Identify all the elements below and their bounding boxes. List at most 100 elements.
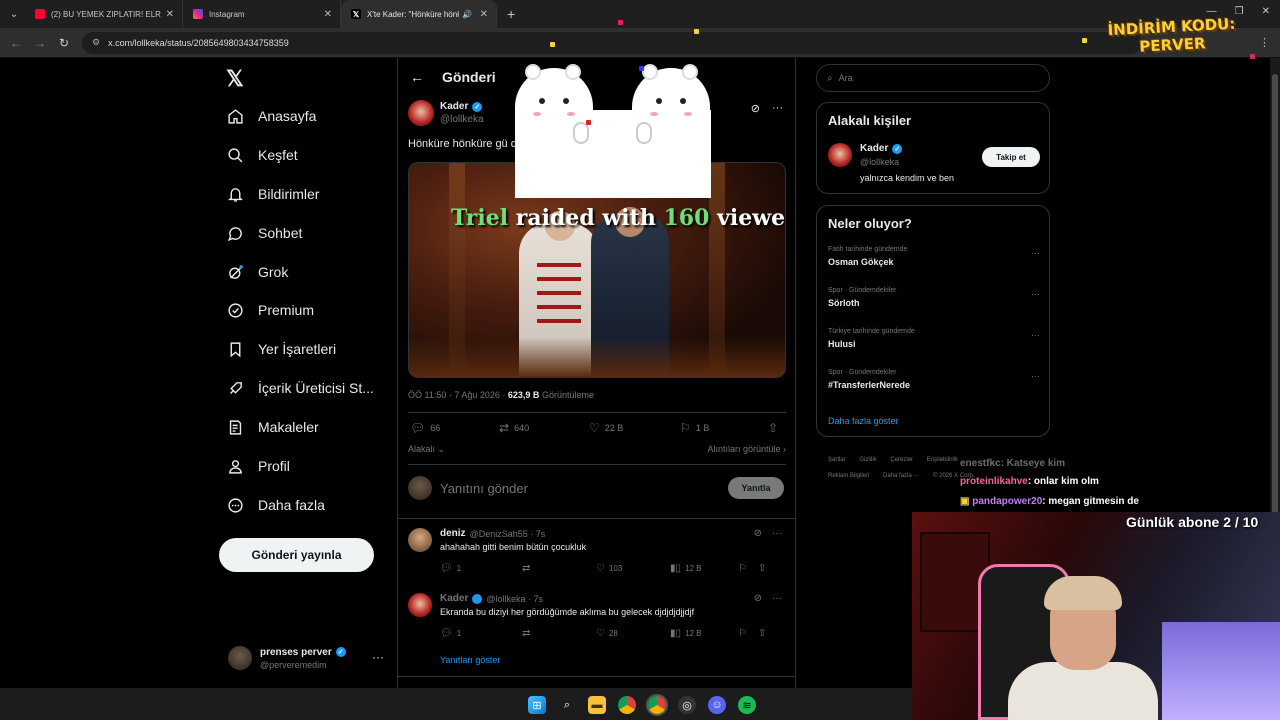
related-dropdown[interactable]: Alakalı ⌄ [408, 444, 445, 455]
reply-input[interactable]: Yanıtını gönder [440, 481, 528, 496]
footer-link[interactable]: Şartlar [828, 457, 846, 463]
sidebar-item-chat[interactable]: Sohbet [226, 219, 302, 247]
repost-action[interactable]: ⇄ [522, 563, 596, 574]
heart-icon: ♡ [596, 628, 605, 639]
new-tab-icon[interactable]: + [507, 6, 515, 22]
x-logo-icon[interactable]: 𝕏 [226, 66, 244, 92]
grok-icon[interactable]: ⊘ [754, 593, 762, 604]
repost-action[interactable]: ⇄ 640 [499, 421, 589, 435]
search-icon[interactable]: ⌕ [558, 696, 576, 714]
footer-link[interactable]: Çerezler [890, 457, 913, 463]
trend-item[interactable]: Türkiye tarihinde gündemde Hulusi ··· [828, 328, 1040, 349]
bookmark-action[interactable]: ⚐ [738, 628, 758, 639]
more-horizontal-icon[interactable]: ··· [772, 528, 782, 539]
windows-start-icon[interactable]: ⊞ [528, 696, 546, 714]
back-arrow-icon[interactable]: ← [410, 69, 424, 85]
sticker-paw [573, 122, 589, 144]
footer-link[interactable]: Daha fazla ··· [883, 473, 919, 479]
close-tab-icon[interactable]: ✕ [324, 9, 332, 20]
close-tab-icon[interactable]: ✕ [166, 9, 174, 20]
more-horizontal-icon[interactable]: ··· [372, 650, 384, 664]
like-action[interactable]: ♡ 103 [596, 563, 670, 574]
chrome-icon[interactable] [646, 694, 668, 716]
trend-item[interactable]: Spor · Gündemdekiler #TransferlerNerede … [828, 369, 1040, 390]
views-action[interactable]: ▮▯ 12 B [670, 628, 738, 639]
share-action[interactable]: ⇧ [768, 421, 783, 435]
browser-menu-icon[interactable]: ⋮ [1259, 36, 1270, 49]
more-horizontal-icon[interactable]: ··· [1031, 289, 1040, 299]
sidebar-item-premium[interactable]: Premium [226, 296, 314, 324]
grok-icon[interactable]: ⊘ [754, 528, 762, 539]
more-horizontal-icon[interactable]: ··· [772, 102, 783, 115]
speaker-icon[interactable]: 🔊 [462, 10, 472, 19]
sidebar-item-grok[interactable]: Grok [226, 258, 288, 286]
like-action[interactable]: ♡ 28 [596, 628, 670, 639]
more-horizontal-icon[interactable]: ··· [1031, 248, 1040, 258]
tab-search-chevron-icon[interactable]: ⌄ [3, 3, 25, 25]
footer-link[interactable]: Reklam Bilgileri [828, 473, 869, 479]
spotify-icon[interactable]: ≋ [738, 696, 756, 714]
reload-icon[interactable]: ↻ [52, 36, 76, 50]
suggested-user-name: Kader ✓ [860, 143, 903, 154]
forward-icon[interactable]: → [28, 36, 52, 50]
share-action[interactable]: ⇧ [758, 563, 770, 574]
reply-action[interactable]: 💬︎ 1 [440, 563, 522, 574]
footer-link[interactable]: Erişilebilirlik [927, 457, 958, 463]
confetti [694, 29, 699, 34]
show-replies-link[interactable]: Yanıtları göster [440, 655, 500, 665]
footer-link[interactable]: Gizlilik [859, 457, 876, 463]
reply-item[interactable]: deniz @DenizSah55 · 7s ⊘ ··· ahahahah gitt… [408, 528, 786, 588]
grok-icon[interactable]: ⊘ [751, 102, 760, 115]
sidebar-item-notifications[interactable]: Bildirimler [226, 180, 319, 208]
reply-action[interactable]: 💬︎ 1 [440, 628, 522, 639]
bookmark-action[interactable]: ⚐ [738, 563, 758, 574]
sidebar-item-explore[interactable]: Keşfet [226, 141, 298, 169]
reply-item[interactable]: Kader ✓ @lollkeka · 7s ⊘ ··· Ekranda bu diz… [408, 593, 786, 653]
account-switcher[interactable]: prenses perver ✓ @perveremedim ··· [228, 642, 388, 674]
show-more-link[interactable]: Daha fazla göster [828, 416, 899, 426]
back-icon[interactable]: ← [4, 36, 28, 50]
bookmark-action[interactable]: ⚐ 1 B [680, 421, 768, 435]
post-button[interactable]: Gönderi yayınla [219, 538, 374, 572]
trend-item[interactable]: Fatih tarihinde gündemde Osman Gökçek ··… [828, 246, 1040, 267]
account-display-name: prenses perver ✓ [260, 647, 346, 658]
close-tab-icon[interactable]: ✕ [480, 9, 488, 20]
tab-youtube[interactable]: (2) BU YEMEK ZIPLATIR! ELRAEN ✕ [25, 0, 183, 28]
sticker-ear [565, 64, 581, 80]
trend-name: Hulusi [828, 339, 856, 349]
post-header: ← Gönderi [398, 58, 795, 96]
media-stripe [537, 263, 581, 267]
share-action[interactable]: ⇧ [758, 628, 770, 639]
sidebar-item-home[interactable]: Anasayfa [226, 102, 316, 130]
site-settings-icon[interactable]: ⚙ [92, 37, 100, 48]
sidebar-item-creator-studio[interactable]: İçerik Üreticisi St... [226, 374, 374, 402]
views-action[interactable]: ▮▯ 12 B [670, 563, 738, 574]
view-quotes-link[interactable]: Alıntıları görüntüle › [707, 444, 786, 455]
trend-item[interactable]: Spor · Gündemdekiler Sörloth ··· [828, 287, 1040, 308]
more-horizontal-icon[interactable]: ··· [772, 593, 782, 604]
reply-button[interactable]: Yanıtla [728, 477, 784, 499]
tweet-author[interactable]: Kader ✓ @lollkeka [408, 100, 484, 126]
sidebar-item-profile[interactable]: Profil [226, 452, 290, 480]
file-explorer-icon[interactable]: ▬ [588, 696, 606, 714]
more-horizontal-icon[interactable]: ··· [1031, 330, 1040, 340]
tab-instagram[interactable]: Instagram ✕ [183, 0, 341, 28]
sidebar-item-bookmarks[interactable]: Yer İşaretleri [226, 335, 336, 363]
chrome-icon[interactable] [618, 696, 636, 714]
tab-x-post[interactable]: 𝕏 X'te Kader: "Hönküre hönkü 🔊 ✕ [341, 0, 497, 28]
views-chart-icon: ▮▯ [670, 628, 682, 639]
search-input[interactable]: ⌕ Ara [816, 64, 1050, 92]
reply-action[interactable]: 💬︎ 66 [410, 421, 499, 435]
like-action[interactable]: ♡ 22 B [589, 421, 680, 435]
follow-button[interactable]: Takip et [982, 147, 1040, 167]
sidebar-item-articles[interactable]: Makaleler [226, 413, 319, 441]
promo-code-overlay: İNDİRİM KODU: PERVER [1103, 14, 1241, 57]
discord-icon[interactable]: ☺ [708, 696, 726, 714]
close-window-icon[interactable]: ✕ [1262, 6, 1270, 17]
sidebar-item-label: Profil [258, 458, 290, 474]
url-input[interactable]: ⚙ x.com/lollkeka/status/2085649803434758… [82, 31, 1142, 54]
more-horizontal-icon[interactable]: ··· [1031, 371, 1040, 381]
sidebar-item-more[interactable]: Daha fazla [226, 491, 325, 519]
repost-action[interactable]: ⇄ [522, 628, 596, 639]
obs-icon[interactable]: ◎ [678, 696, 696, 714]
